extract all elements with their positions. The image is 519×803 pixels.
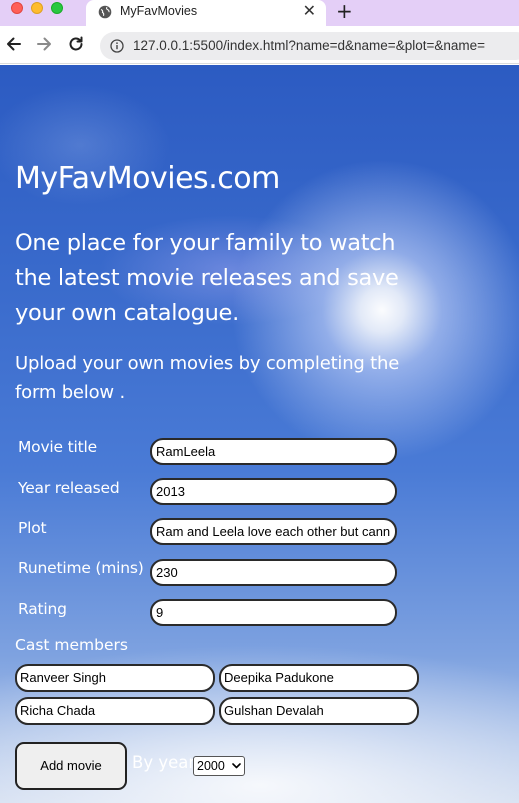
cast-member-input[interactable]: Deepika Padukone <box>219 664 419 692</box>
close-window-button[interactable] <box>11 2 23 14</box>
rating-label: Rating <box>18 600 67 618</box>
browser-toolbar: 127.0.0.1:5500/index.html?name=d&name=&p… <box>0 26 519 64</box>
plot-input[interactable]: Ram and Leela love each other but cann <box>150 518 397 545</box>
page-content: MyFavMovies.com One place for your famil… <box>0 65 519 803</box>
address-bar[interactable]: 127.0.0.1:5500/index.html?name=d&name=&p… <box>100 32 519 60</box>
rating-input[interactable]: 9 <box>150 599 397 626</box>
cast-member-input[interactable]: Richa Chada <box>15 697 215 725</box>
tab-title: MyFavMovies <box>120 4 198 18</box>
minimize-window-button[interactable] <box>31 2 43 14</box>
cast-member-input[interactable]: Ranveer Singh <box>15 664 215 692</box>
browser-tab[interactable]: MyFavMovies ✕ <box>86 0 326 26</box>
cast-member-input[interactable]: Gulshan Devalah <box>219 697 419 725</box>
year-select-value: 2000 <box>197 759 225 773</box>
by-year-label: By year <box>132 753 196 772</box>
movie-title-label: Movie title <box>18 438 97 456</box>
plot-label: Plot <box>18 519 47 537</box>
reload-icon[interactable] <box>66 34 86 54</box>
zoom-window-button[interactable] <box>51 2 63 14</box>
runtime-input[interactable]: 230 <box>150 559 397 586</box>
new-tab-button[interactable]: + <box>336 0 353 22</box>
movie-title-input[interactable]: RamLeela <box>150 438 397 465</box>
globe-icon <box>98 5 112 19</box>
year-released-label: Year released <box>18 479 120 497</box>
runtime-label: Runetime (mins) <box>18 559 144 577</box>
tab-bar: MyFavMovies ✕ + <box>0 0 519 26</box>
site-title: MyFavMovies.com <box>15 161 280 196</box>
info-icon[interactable] <box>110 39 124 53</box>
cast-members-label: Cast members <box>15 636 128 654</box>
year-released-input[interactable]: 2013 <box>150 478 397 505</box>
year-select[interactable]: 2000 <box>193 756 245 776</box>
back-arrow-icon[interactable] <box>4 34 24 54</box>
add-movie-button[interactable]: Add movie <box>15 742 127 790</box>
chevron-down-icon <box>232 763 241 769</box>
tagline: One place for your family to watch the l… <box>15 230 399 326</box>
forward-arrow-icon[interactable] <box>34 34 54 54</box>
url-text: 127.0.0.1:5500/index.html?name=d&name=&p… <box>133 38 486 53</box>
tab-close-icon[interactable]: ✕ <box>303 2 316 20</box>
form-intro: Upload your own movies by completing the… <box>15 353 400 403</box>
